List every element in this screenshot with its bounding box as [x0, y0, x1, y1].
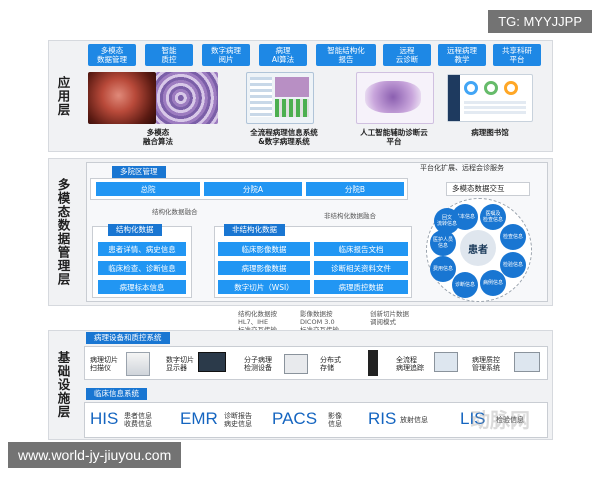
protocol-slide: 创新切片数据 调阅模式 — [370, 310, 409, 326]
histology-image — [156, 72, 218, 124]
corner-logo: 动脉网 — [470, 408, 530, 432]
unstructured-item-report-doc[interactable]: 临床报告文档 — [314, 242, 408, 256]
unstructured-item-diagnosis-files[interactable]: 诊断相关资料文件 — [314, 261, 408, 275]
app-tile-research-platform[interactable]: 共享科研 平台 — [493, 44, 541, 66]
device-slide-display: 数字切片 显示器 — [166, 356, 194, 372]
app-tile-cloud-diagnosis[interactable]: 远程 云诊断 — [383, 44, 431, 66]
devices-header: 病理设备和质控系统 — [86, 332, 170, 344]
device-distributed-storage: 分布式 存储 — [320, 356, 341, 372]
caption-full-process-system: 全流程病理信息系统 &数字病理系统 — [250, 128, 318, 146]
structured-data-header: 结构化数据 — [108, 224, 162, 236]
pathology-software-screenshot — [246, 72, 314, 124]
system-pacs-desc: 影像 信息 — [328, 412, 342, 428]
unstructured-item-qc-data[interactable]: 病理质控数据 — [314, 280, 408, 294]
analyzer-icon — [284, 354, 308, 374]
qc-screen-icon — [514, 352, 540, 372]
infrastructure-layer-label: 基础设施层 — [55, 351, 71, 419]
multimodal-exchange-label: 多模态数据交互 — [452, 184, 505, 193]
data-management-layer-label: 多模态数据管理层 — [55, 178, 71, 286]
device-full-tracking: 全流程 病理追踪 — [396, 356, 424, 372]
device-slide-scanner: 病理切片 扫描仪 — [90, 356, 118, 372]
scanner-icon — [126, 352, 150, 376]
tracking-screen-icon — [434, 352, 458, 372]
petal-orders: 医嘱及 检查信息 — [480, 204, 506, 230]
app-tile-multimodal-data[interactable]: 多模态 数据管理 — [88, 44, 136, 66]
app-tile-smart-qc[interactable]: 智能 质控 — [145, 44, 193, 66]
petal-return-flow: 回文 流转信息 — [434, 208, 460, 234]
caption-pathology-library: 病理图书馆 — [471, 128, 509, 137]
caption-multimodal-fusion: 多模态 融合算法 — [143, 128, 173, 146]
system-pacs-name: PACS — [272, 409, 318, 428]
unstructured-item-pathology-image[interactable]: 病理影像数据 — [218, 261, 310, 275]
petal-diagnosis: 诊断信息 — [452, 272, 478, 298]
caption-ai-cloud-platform: 人工智能辅助诊断云 平台 — [360, 128, 428, 146]
pathology-library-screenshot — [447, 74, 533, 122]
endoscopy-image — [88, 72, 156, 124]
system-emr-name: EMR — [180, 409, 218, 428]
petal-exam: 检查信息 — [500, 224, 526, 250]
petal-staff: 医护人员 信息 — [430, 230, 456, 256]
petal-lab: 检验信息 — [500, 252, 526, 278]
system-his-desc: 患者信息 收费信息 — [124, 412, 152, 428]
device-molecular-test: 分子病理 检测设备 — [244, 356, 272, 372]
app-tile-ai-algorithm[interactable]: 病理 AI算法 — [259, 44, 307, 66]
watermark-bottom: www.world-jy-jiuyou.com — [8, 442, 182, 468]
app-tile-structured-report[interactable]: 智能结构化 报告 — [316, 44, 376, 66]
device-qc-management: 病理质控 管理系统 — [472, 356, 500, 372]
unstructured-data-header: 非结构化数据 — [224, 224, 285, 236]
structured-item-patient[interactable]: 患者详情、病史信息 — [98, 242, 186, 256]
clinical-header: 临床信息系统 — [86, 388, 147, 400]
app-tile-remote-teaching[interactable]: 远程病理 教学 — [438, 44, 486, 66]
petal-fees: 费用信息 — [430, 256, 456, 282]
petal-case: 病例信息 — [480, 270, 506, 296]
patient-center: 患者 — [460, 230, 496, 266]
ai-cloud-screenshot — [356, 72, 434, 124]
unstructured-fusion-label: 非结构化数据融合 — [324, 212, 376, 220]
system-emr-desc: 诊断报告 病史信息 — [224, 412, 252, 428]
unstructured-item-wsi[interactable]: 数字切片（WSI） — [218, 280, 310, 294]
application-layer-label: 应用层 — [55, 75, 71, 117]
multi-hospital-header: 多院区管理 — [112, 166, 166, 178]
platform-note: 平台化扩展、远程会诊服务 — [420, 164, 504, 172]
monitor-icon — [198, 352, 226, 372]
branch-main[interactable]: 总院 — [96, 182, 200, 196]
structured-item-specimen[interactable]: 病理标本信息 — [98, 280, 186, 294]
structured-item-clinical[interactable]: 临床检查、诊断信息 — [98, 261, 186, 275]
unstructured-item-clinical-image[interactable]: 临床影像数据 — [218, 242, 310, 256]
branch-b[interactable]: 分院B — [306, 182, 404, 196]
system-ris-name: RIS — [368, 409, 397, 428]
app-tile-digital-reading[interactable]: 数字病理 阅片 — [202, 44, 250, 66]
structured-fusion-label: 结构化数据融合 — [152, 208, 198, 216]
branch-a[interactable]: 分院A — [204, 182, 302, 196]
system-ris-desc: 放射信息 — [400, 416, 428, 424]
watermark-top: TG: MYYJJPP — [488, 10, 592, 33]
system-his-name: HIS — [90, 409, 119, 428]
server-icon — [368, 350, 378, 376]
